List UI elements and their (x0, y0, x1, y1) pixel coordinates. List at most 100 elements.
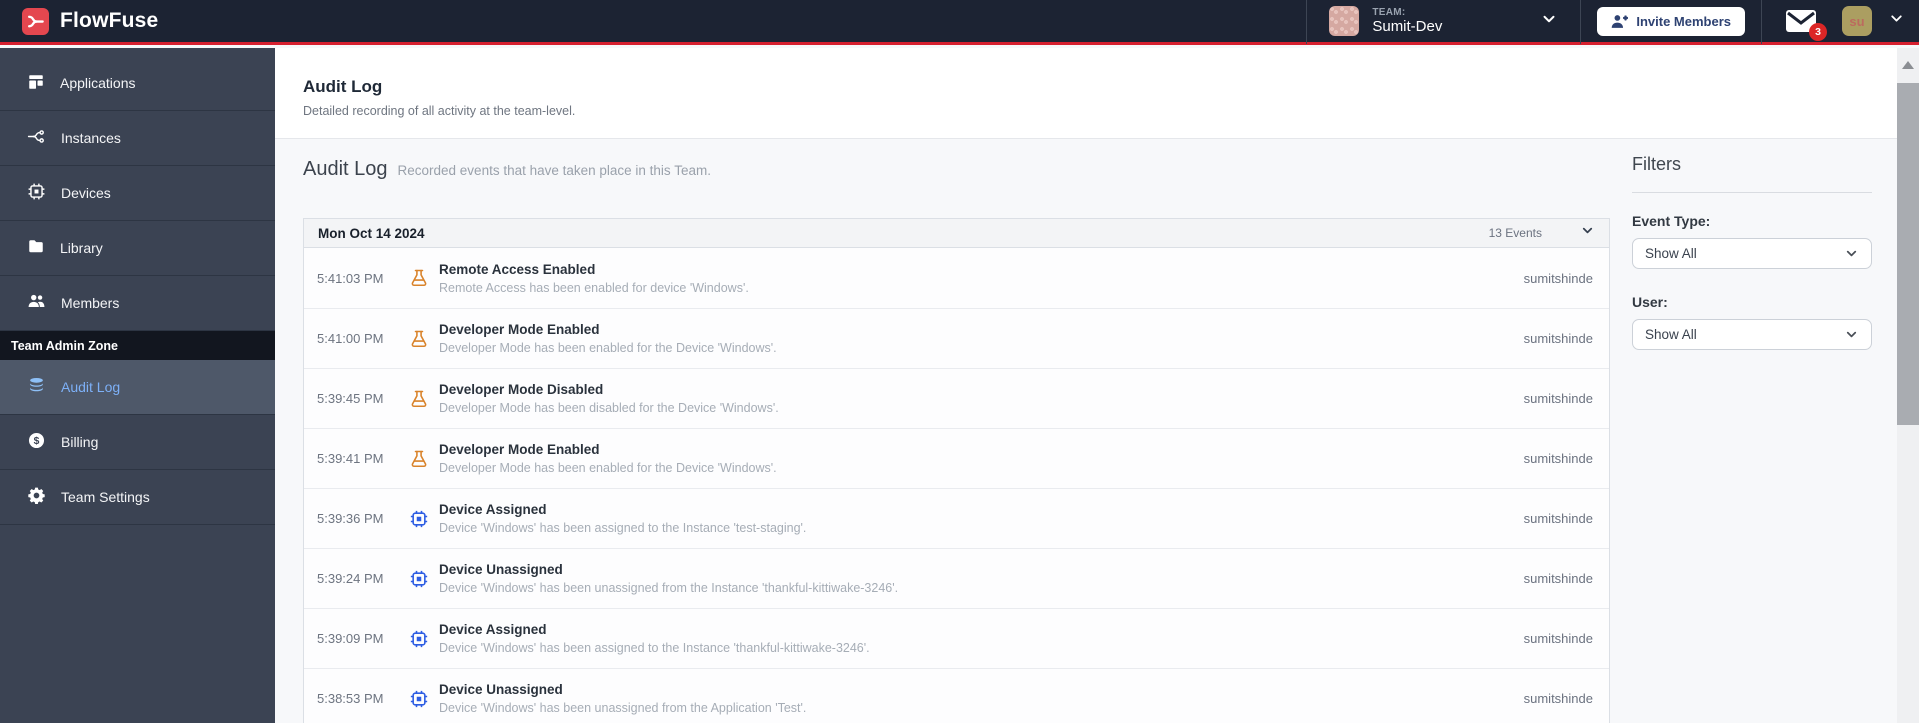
flask-icon (409, 389, 429, 409)
billing-icon: $ (27, 431, 46, 453)
flowfuse-logo[interactable]: FlowFuse (22, 7, 159, 35)
mail-icon: 3 (1786, 10, 1827, 41)
event-description: Device 'Windows' has been assigned to th… (439, 641, 870, 655)
notifications-button[interactable]: 3 (1762, 0, 1842, 44)
sidebar-item-team-settings[interactable]: Team Settings (0, 470, 275, 525)
event-title: Remote Access Enabled (439, 261, 596, 277)
event-type-label: Event Type: (1632, 213, 1711, 229)
date-group-header[interactable]: Mon Oct 14 2024 13 Events (304, 219, 1609, 248)
date-label: Mon Oct 14 2024 (318, 225, 425, 241)
event-title: Device Unassigned (439, 682, 563, 697)
event-user: sumitshinde (1523, 451, 1593, 466)
page-subtitle: Detailed recording of all activity at th… (303, 104, 576, 118)
page-title: Audit Log (303, 77, 383, 96)
top-navbar: FlowFuse TEAM: Sumit-Dev Invite Members (0, 0, 1919, 45)
sidebar-item-label: Devices (61, 185, 111, 201)
event-title: Device Assigned (439, 622, 547, 637)
sidebar-item-devices[interactable]: Devices (0, 166, 275, 221)
chip-icon (409, 569, 429, 589)
flowfuse-logo-icon (22, 7, 49, 35)
brand-name: FlowFuse (60, 9, 159, 32)
event-description: Device 'Windows' has been assigned to th… (439, 521, 807, 535)
invite-members-button[interactable]: Invite Members (1597, 6, 1745, 36)
sidebar-item-instances[interactable]: Instances (0, 111, 275, 166)
sidebar-item-label: Library (60, 240, 103, 256)
sidebar-item-library[interactable]: Library (0, 221, 275, 276)
divider (1632, 192, 1872, 193)
sidebar-item-label: Instances (61, 130, 121, 146)
event-time: 5:39:36 PM (317, 511, 384, 526)
flask-icon (409, 449, 429, 469)
sidebar-item-label: Applications (60, 75, 136, 91)
event-time: 5:39:41 PM (317, 451, 384, 466)
team-selector[interactable]: TEAM: Sumit-Dev (1307, 0, 1580, 44)
event-description: Device 'Windows' has been unassigned fro… (439, 581, 899, 595)
flask-icon (411, 390, 427, 407)
invite-members-label: Invite Members (1636, 13, 1731, 29)
table-row: 5:38:53 PM Device Unassigned Device 'Win… (304, 668, 1609, 723)
user-plus-icon (1612, 14, 1629, 28)
sidebar-item-members[interactable]: Members (0, 276, 275, 331)
page-header: Audit Log Detailed recording of all acti… (275, 48, 1897, 139)
event-description: Developer Mode has been enabled for the … (439, 341, 777, 355)
sidebar-item-audit-log[interactable]: Audit Log (0, 360, 275, 415)
team-settings-icon (27, 486, 46, 508)
team-avatar (1329, 6, 1360, 36)
notification-badge: 3 (1809, 23, 1827, 41)
event-rows: 5:41:03 PM Remote Access Enabled Remote … (304, 248, 1609, 723)
flask-icon (409, 329, 429, 349)
flask-icon (411, 330, 427, 347)
scrollbar-thumb[interactable] (1897, 83, 1919, 425)
event-description: Developer Mode has been disabled for the… (439, 401, 779, 415)
sidebar-item-label: Audit Log (61, 379, 121, 395)
sidebar-item-label: Team Settings (61, 489, 150, 505)
event-time: 5:38:53 PM (317, 691, 384, 706)
svg-text:$: $ (34, 436, 40, 447)
event-title: Developer Mode Enabled (439, 442, 600, 457)
flask-icon (409, 268, 429, 288)
audit-log-icon (27, 376, 46, 398)
chevron-down-icon (1540, 10, 1558, 33)
section-subtitle: Recorded events that have taken place in… (397, 163, 711, 178)
scrollbar-up-arrow[interactable] (1902, 61, 1914, 69)
sidebar-item-applications[interactable]: Applications (0, 56, 275, 111)
sidebar-item-billing[interactable]: $ Billing (0, 415, 275, 470)
sidebar: Applications Instances Devices Library M… (0, 48, 275, 723)
event-title: Device Assigned (439, 502, 547, 517)
flask-icon (411, 269, 427, 287)
user-select[interactable]: Show All (1632, 319, 1872, 350)
flask-icon (411, 450, 427, 467)
user-menu[interactable]: su (1842, 0, 1919, 44)
event-user: sumitshinde (1523, 391, 1593, 406)
event-type-select[interactable]: Show All (1632, 238, 1872, 269)
scrollbar-track[interactable] (1897, 48, 1919, 723)
chip-icon (410, 570, 428, 587)
applications-icon (27, 73, 45, 94)
chip-icon (409, 689, 429, 709)
members-icon (27, 292, 46, 314)
chevron-down-icon (1888, 10, 1905, 32)
event-user: sumitshinde (1523, 511, 1593, 526)
user-filter-label: User: (1632, 294, 1668, 310)
audit-log-table: Mon Oct 14 2024 13 Events 5:41:03 PM Rem… (303, 218, 1610, 723)
event-time: 5:39:24 PM (317, 571, 384, 586)
event-description: Developer Mode has been enabled for the … (439, 461, 777, 475)
table-row: 5:39:09 PM Device Assigned Device 'Windo… (304, 608, 1609, 668)
event-time: 5:39:45 PM (317, 391, 384, 406)
team-name: Sumit-Dev (1372, 18, 1443, 36)
section-title: Audit Log (303, 158, 388, 180)
events-count: 13 Events (1488, 226, 1542, 240)
table-row: 5:41:00 PM Developer Mode Enabled Develo… (304, 308, 1609, 368)
team-admin-zone-header: Team Admin Zone (0, 331, 275, 360)
event-title: Device Unassigned (439, 562, 563, 577)
chevron-down-icon[interactable] (1580, 223, 1595, 243)
user-avatar: su (1842, 6, 1872, 36)
instances-icon (27, 127, 46, 149)
event-user: sumitshinde (1523, 270, 1593, 286)
event-user: sumitshinde (1523, 571, 1593, 586)
event-user: sumitshinde (1523, 691, 1593, 706)
event-title: Developer Mode Disabled (439, 382, 604, 397)
filters-panel: Filters Event Type: Show All User: Show … (1632, 154, 1872, 350)
table-row: 5:41:03 PM Remote Access Enabled Remote … (304, 248, 1609, 308)
chip-icon (410, 630, 428, 647)
